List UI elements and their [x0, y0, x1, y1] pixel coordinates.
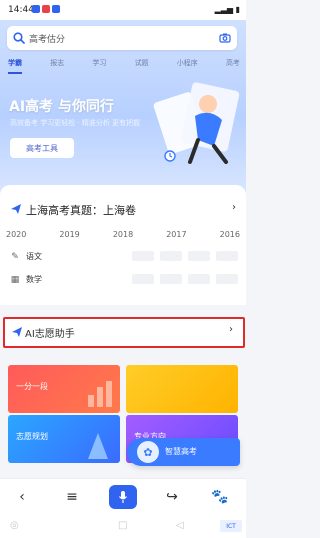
subject-cell[interactable]	[160, 274, 182, 284]
tab-mini-program[interactable]: 小程序	[177, 58, 198, 74]
subject-row-math[interactable]: ▦ 数学	[10, 274, 42, 285]
app-notification-icon	[42, 5, 50, 13]
tile-score-ranking[interactable]: 一分一段	[8, 365, 120, 413]
year-item[interactable]: 2017	[166, 230, 186, 239]
floating-label: 智慧高考	[165, 447, 197, 456]
menu-icon[interactable]: ≡	[62, 487, 82, 507]
subject-cell[interactable]	[216, 251, 238, 261]
building-icon	[88, 433, 108, 459]
camera-icon[interactable]	[219, 32, 231, 44]
subject-cell[interactable]	[160, 251, 182, 261]
system-home-icon[interactable]: ◎	[10, 520, 19, 531]
banner-subtitle: 高效备考 学习更轻松 · 精准分析 更有把握	[10, 119, 141, 127]
banner-button[interactable]: 高考工具	[10, 138, 74, 158]
subject-cell[interactable]	[132, 274, 154, 284]
system-nav-bar: ◎ □ ◁ ICT	[0, 514, 246, 538]
subject-cells	[132, 251, 238, 261]
tab-bar: 学霸 报志 学习 试题 小程序 高考	[8, 58, 240, 74]
tile-label: 一分一段	[16, 382, 48, 391]
search-placeholder: 高考估分	[29, 35, 66, 45]
subject-cell[interactable]	[216, 274, 238, 284]
tab-xuexi[interactable]: 学习	[92, 58, 106, 74]
system-recent-icon[interactable]: □	[118, 520, 127, 531]
exam-card-title[interactable]: 上海高考真题：上海卷	[26, 202, 136, 218]
ai-assistant-row[interactable]: AI志愿助手 ›	[3, 317, 245, 348]
subject-cell[interactable]	[188, 251, 210, 261]
back-icon[interactable]: ‹	[12, 487, 32, 507]
paw-icon[interactable]: 🐾	[210, 487, 230, 507]
tab-shiti[interactable]: 试题	[135, 58, 149, 74]
floating-assistant-chip[interactable]: ✿ 智慧高考	[127, 438, 240, 466]
subject-row-chinese[interactable]: ✎ 语文	[10, 251, 42, 262]
year-item[interactable]: 2016	[220, 230, 240, 239]
microphone-icon	[119, 491, 127, 503]
share-icon[interactable]: ↪	[162, 487, 182, 507]
exam-card: 上海高考真题：上海卷 › 2020 2019 2018 2017 2016 ✎ …	[0, 185, 246, 305]
tile-volunteer-planning[interactable]: 志愿规划	[8, 415, 120, 463]
status-time: 14:44	[8, 5, 34, 15]
subject-cell[interactable]	[132, 251, 154, 261]
paper-plane-icon	[12, 327, 22, 337]
year-item[interactable]: 2019	[59, 230, 79, 239]
bar-chart-icon	[88, 381, 112, 407]
tile-yellow[interactable]	[126, 365, 238, 413]
calculator-icon: ▦	[10, 274, 20, 285]
year-list: 2020 2019 2018 2017 2016	[6, 230, 240, 239]
subject-label: 数学	[26, 275, 42, 284]
subject-cell[interactable]	[188, 274, 210, 284]
status-notification-icons	[32, 5, 60, 13]
banner-illustration	[153, 82, 240, 164]
app-notification-icon	[32, 5, 40, 13]
tab-baozhi[interactable]: 报志	[50, 58, 64, 74]
tab-xueba[interactable]: 学霸	[8, 58, 22, 74]
signal-battery-icons: ▂▃▅ ▮	[214, 5, 240, 14]
banner-title: AI高考 与你同行	[9, 99, 114, 115]
paper-plane-icon	[11, 204, 21, 214]
tile-label: 志愿规划	[16, 432, 48, 441]
chevron-right-icon: ›	[229, 324, 233, 335]
subject-cells	[132, 274, 238, 284]
year-item[interactable]: 2018	[113, 230, 133, 239]
chevron-right-icon[interactable]: ›	[232, 202, 236, 213]
status-bar: 14:44 ▂▃▅ ▮	[0, 0, 246, 20]
chat-bubble-icon: ✿	[137, 441, 159, 463]
site-watermark: ICT	[220, 520, 242, 532]
search-bar[interactable]: 高考估分	[7, 26, 237, 50]
app-notification-icon	[52, 5, 60, 13]
search-icon	[13, 32, 25, 44]
pen-icon: ✎	[11, 251, 19, 262]
year-item[interactable]: 2020	[6, 230, 26, 239]
voice-search-button[interactable]	[109, 485, 137, 509]
tab-gaokao[interactable]: 高考	[226, 58, 240, 74]
system-back-icon[interactable]: ◁	[176, 520, 184, 531]
subject-label: 语文	[26, 252, 42, 261]
ai-assistant-label: AI志愿助手	[25, 329, 75, 340]
